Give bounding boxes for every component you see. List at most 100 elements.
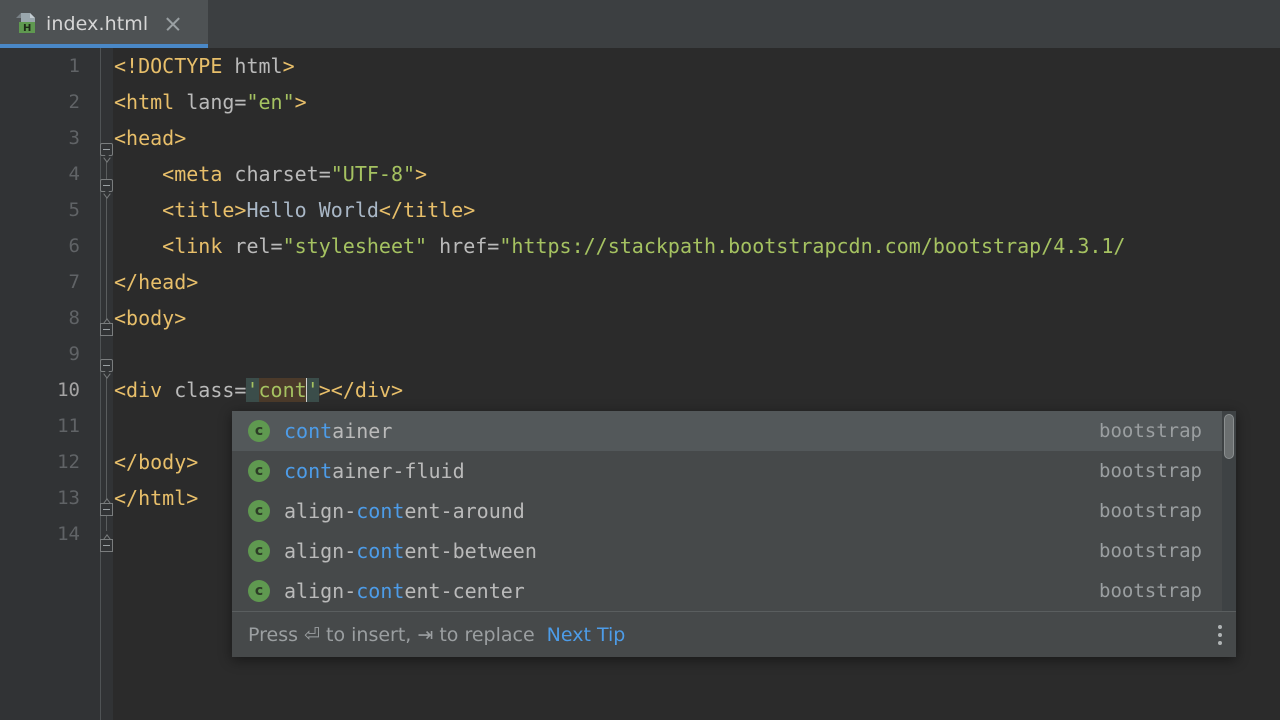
- completion-item-source: bootstrap: [1099, 540, 1202, 562]
- code-token: rel=: [234, 234, 282, 258]
- code-token: Hello World: [246, 198, 378, 222]
- line-number: 9: [0, 336, 80, 372]
- code-line-content: <body>: [114, 300, 186, 336]
- completion-item[interactable]: c align-content-around bootstrap: [232, 491, 1236, 531]
- line-number: 2: [0, 84, 80, 120]
- code-token: <link: [114, 234, 234, 258]
- code-token: <html: [114, 90, 186, 114]
- code-line[interactable]: 9: [0, 336, 1280, 372]
- line-number: 14: [0, 516, 80, 552]
- editor-tab-label: index.html: [46, 13, 148, 35]
- code-token: class=: [174, 378, 246, 402]
- code-token: <div: [114, 378, 174, 402]
- code-line[interactable]: 3 <head>: [0, 120, 1280, 156]
- line-number: 4: [0, 156, 80, 192]
- line-number: 12: [0, 444, 80, 480]
- completion-footer: Press ⏎ to insert, ⇥ to replace Next Tip: [232, 611, 1236, 657]
- completion-hint-text: Press ⏎ to insert, ⇥ to replace: [248, 624, 535, 646]
- code-line[interactable]: 8 <body>: [0, 300, 1280, 336]
- code-token: <!DOCTYPE: [114, 54, 234, 78]
- code-token: ></div>: [319, 378, 403, 402]
- code-token: "en": [246, 90, 294, 114]
- editor-tab-index-html[interactable]: H index.html: [0, 0, 208, 48]
- line-number: 13: [0, 480, 80, 516]
- code-line[interactable]: 5 <title>Hello World</title>: [0, 192, 1280, 228]
- code-token: <title>: [114, 198, 246, 222]
- completion-icon-letter: c: [248, 500, 270, 522]
- line-number: 6: [0, 228, 80, 264]
- code-token: <body>: [114, 306, 186, 330]
- code-token: <meta: [114, 162, 234, 186]
- code-token: <head>: [114, 126, 186, 150]
- code-token: "https://stackpath.bootstrapcdn.com/boot…: [499, 234, 1125, 258]
- html-file-icon: H: [16, 13, 36, 35]
- completion-item-source: bootstrap: [1099, 500, 1202, 522]
- completion-item-label: align-content-around: [284, 499, 525, 523]
- code-token: html: [234, 54, 282, 78]
- line-number: 7: [0, 264, 80, 300]
- code-token: ': [246, 378, 258, 402]
- code-line-content: <title>Hello World</title>: [114, 192, 475, 228]
- completion-match-highlight: cont: [356, 499, 404, 523]
- line-number: 1: [0, 48, 80, 84]
- editor-tab-bar: H index.html: [0, 0, 1280, 48]
- code-token: href=: [427, 234, 499, 258]
- completion-icon-letter: c: [248, 540, 270, 562]
- code-token: </body>: [114, 450, 198, 474]
- ide-window: H index.html 1<!DOCTYPE html>2<html lang…: [0, 0, 1280, 720]
- completion-item[interactable]: c container-fluid bootstrap: [232, 451, 1236, 491]
- code-completion-popup[interactable]: ccontainerbootstrapccontainer-fluidboots…: [232, 411, 1236, 657]
- code-line[interactable]: 7 </head>: [0, 264, 1280, 300]
- line-number: 8: [0, 300, 80, 336]
- line-number: 10: [0, 372, 80, 408]
- completion-item-label: align-content-center: [284, 579, 525, 603]
- code-token: charset=: [234, 162, 330, 186]
- code-line[interactable]: 2<html lang="en">: [0, 84, 1280, 120]
- completion-item-label: align-content-between: [284, 539, 537, 563]
- code-token: >: [295, 90, 307, 114]
- line-number: 11: [0, 408, 80, 444]
- completion-item-source: bootstrap: [1099, 580, 1202, 602]
- popup-scrollbar-thumb[interactable]: [1224, 414, 1234, 459]
- code-token: </html>: [114, 486, 198, 510]
- popup-scrollbar[interactable]: [1222, 411, 1236, 611]
- code-line[interactable]: 6 <link rel="stylesheet" href="https://s…: [0, 228, 1280, 264]
- completion-match-highlight: cont: [284, 419, 332, 443]
- code-line-content: <div class='cont'></div>: [114, 372, 403, 408]
- code-line-content: <link rel="stylesheet" href="https://sta…: [114, 228, 1125, 264]
- code-token: ': [307, 378, 319, 402]
- css-class-icon: c: [248, 460, 270, 482]
- code-line[interactable]: 1 <!DOCTYPE html>: [0, 48, 1280, 84]
- completion-item[interactable]: c align-content-center bootstrap: [232, 571, 1236, 611]
- code-token: >: [415, 162, 427, 186]
- more-options-icon[interactable]: [1218, 625, 1222, 645]
- completion-icon-letter: c: [248, 420, 270, 442]
- code-token: cont: [259, 378, 307, 402]
- code-token: </title>: [379, 198, 475, 222]
- close-icon[interactable]: [164, 16, 181, 33]
- completion-item[interactable]: ccontainerbootstrap: [232, 411, 1236, 451]
- line-number: 3: [0, 120, 80, 156]
- completion-icon-letter: c: [248, 460, 270, 482]
- code-line-content: <meta charset="UTF-8">: [114, 156, 427, 192]
- completion-item-source: bootstrap: [1099, 460, 1202, 482]
- completion-item[interactable]: c align-content-between bootstrap: [232, 531, 1236, 571]
- completion-item-list[interactable]: ccontainerbootstrapccontainer-fluidboots…: [232, 411, 1236, 611]
- next-tip-link[interactable]: Next Tip: [547, 624, 626, 646]
- code-token: "stylesheet": [283, 234, 428, 258]
- code-line[interactable]: 10<div class='cont'></div>: [0, 372, 1280, 408]
- completion-match-highlight: cont: [284, 459, 332, 483]
- completion-item-label: container-fluid: [284, 459, 465, 483]
- code-line[interactable]: 4 <meta charset="UTF-8">: [0, 156, 1280, 192]
- line-number: 5: [0, 192, 80, 228]
- code-line-content: </head>: [114, 264, 198, 300]
- css-class-icon: c: [248, 500, 270, 522]
- completion-icon-letter: c: [248, 580, 270, 602]
- svg-text:H: H: [23, 23, 31, 34]
- code-token: >: [283, 54, 295, 78]
- code-line-content: <head>: [114, 120, 186, 156]
- completion-item-source: bootstrap: [1099, 420, 1202, 442]
- css-class-icon: c: [248, 540, 270, 562]
- code-line-content: </html>: [114, 480, 198, 516]
- code-token: "UTF-8": [331, 162, 415, 186]
